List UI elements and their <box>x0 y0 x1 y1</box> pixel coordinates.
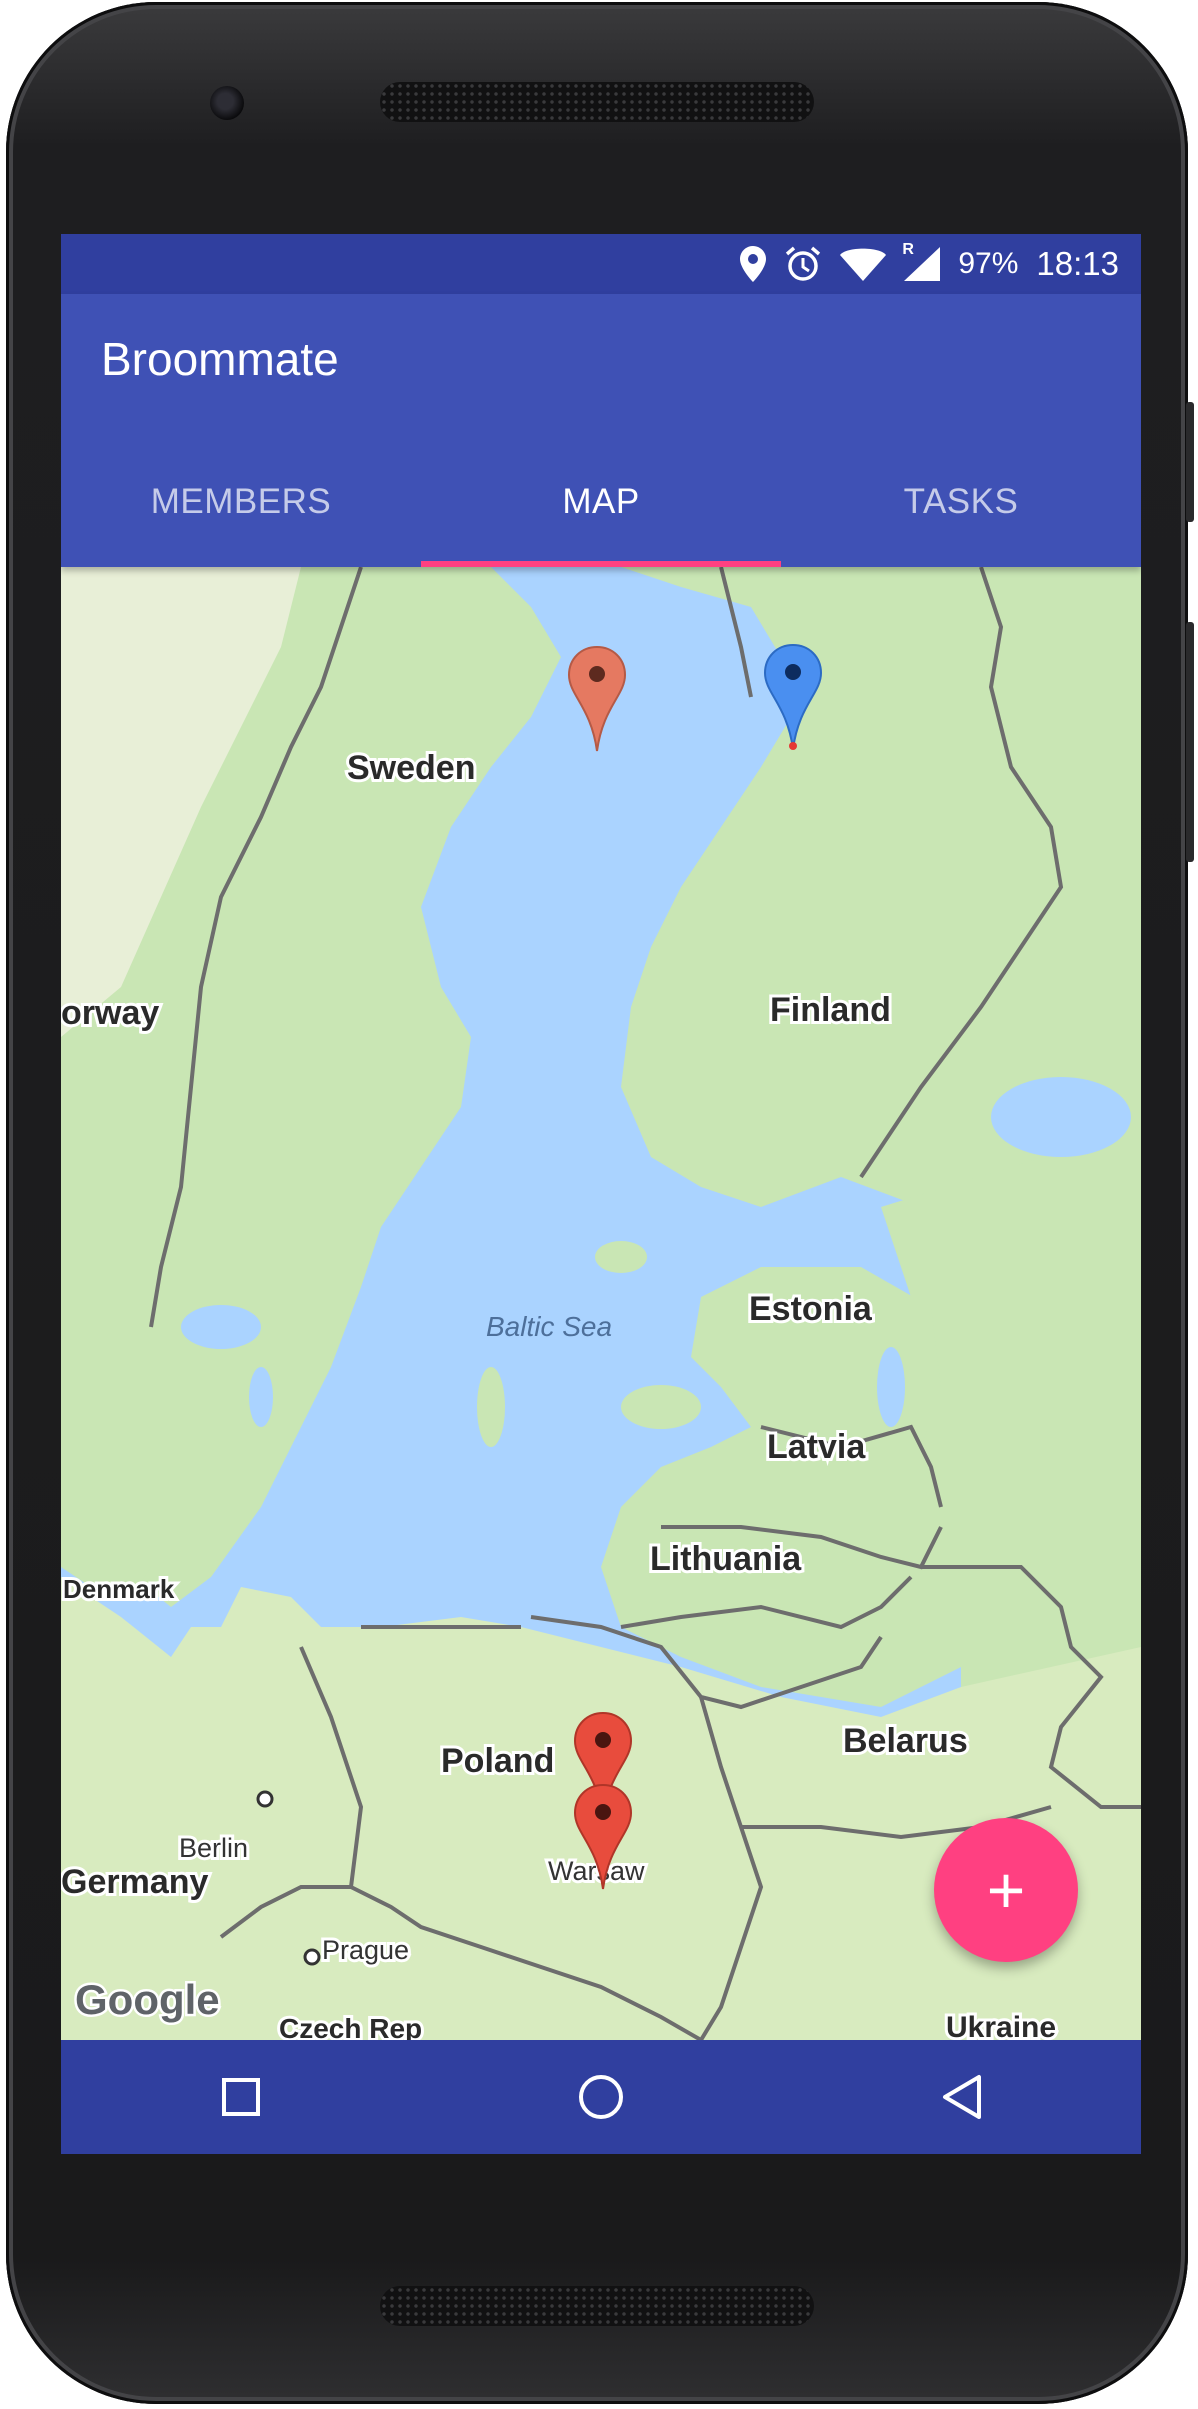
prague-dot <box>303 1948 321 1966</box>
add-icon: + <box>986 1853 1026 1927</box>
alarm-icon <box>784 245 822 283</box>
app-bar: Broommate MEMBERS MAP TASKS <box>61 294 1141 567</box>
lake-peipus <box>877 1347 905 1427</box>
label-czech: Czech Rep <box>279 2013 422 2040</box>
label-denmark: Denmark <box>63 1574 175 1604</box>
label-germany: Germany <box>61 1863 208 1901</box>
label-estonia: Estonia <box>749 1290 873 1328</box>
volume-rocker <box>1186 622 1194 862</box>
map-view[interactable]: Sweden orway Finland Estonia Latvia Lith… <box>61 567 1141 2040</box>
home-button[interactable] <box>541 2047 661 2147</box>
battery-level: 97% <box>958 247 1019 280</box>
clock: 18:13 <box>1036 245 1119 282</box>
wifi-icon <box>840 247 887 281</box>
berlin-dot <box>256 1790 274 1808</box>
land-aland <box>595 1241 647 1273</box>
label-norway: orway <box>61 994 159 1032</box>
system-nav-bar <box>61 2040 1141 2154</box>
label-ukraine: Ukraine <box>946 2011 1056 2040</box>
tab-map[interactable]: MAP <box>421 437 781 567</box>
land-gotland <box>477 1367 505 1447</box>
tab-members[interactable]: MEMBERS <box>61 437 421 567</box>
label-finland: Finland <box>770 991 891 1029</box>
google-logo: Google <box>75 1976 220 2023</box>
top-speaker-grille <box>380 82 814 122</box>
label-belarus: Belarus <box>843 1722 968 1760</box>
label-lithuania: Lithuania <box>650 1540 802 1578</box>
location-icon <box>740 246 767 282</box>
app-title: Broommate <box>101 333 339 385</box>
lake-vanern <box>181 1305 261 1349</box>
front-camera <box>210 86 244 120</box>
label-poland: Poland <box>441 1742 554 1780</box>
label-baltic-sea: Baltic Sea <box>486 1311 612 1342</box>
roaming-indicator: R <box>902 241 914 258</box>
add-fab-button[interactable]: + <box>934 1818 1078 1962</box>
status-bar: R 97% 18:13 <box>61 234 1141 294</box>
power-button <box>1186 402 1194 522</box>
label-prague: Prague <box>322 1935 409 1965</box>
phone-screen: R 97% 18:13 Broommate MEMBERS MAP TASKS <box>61 234 1141 2154</box>
tab-tasks[interactable]: TASKS <box>781 437 1141 567</box>
back-button[interactable] <box>901 2047 1021 2147</box>
land-saaremaa <box>621 1385 701 1429</box>
recents-icon <box>222 2078 260 2116</box>
label-berlin: Berlin <box>179 1833 248 1863</box>
home-icon <box>579 2075 623 2119</box>
back-icon <box>943 2075 981 2119</box>
label-sweden: Sweden <box>347 749 475 787</box>
lake-vattern <box>249 1367 273 1427</box>
label-latvia: Latvia <box>767 1428 866 1466</box>
recents-button[interactable] <box>181 2047 301 2147</box>
lake-ladoga <box>991 1077 1131 1157</box>
cell-signal-icon: R <box>902 241 941 281</box>
phone-frame: R 97% 18:13 Broommate MEMBERS MAP TASKS <box>6 2 1194 2404</box>
tab-bar: MEMBERS MAP TASKS <box>61 437 1141 567</box>
bottom-speaker-grille <box>380 2286 814 2326</box>
